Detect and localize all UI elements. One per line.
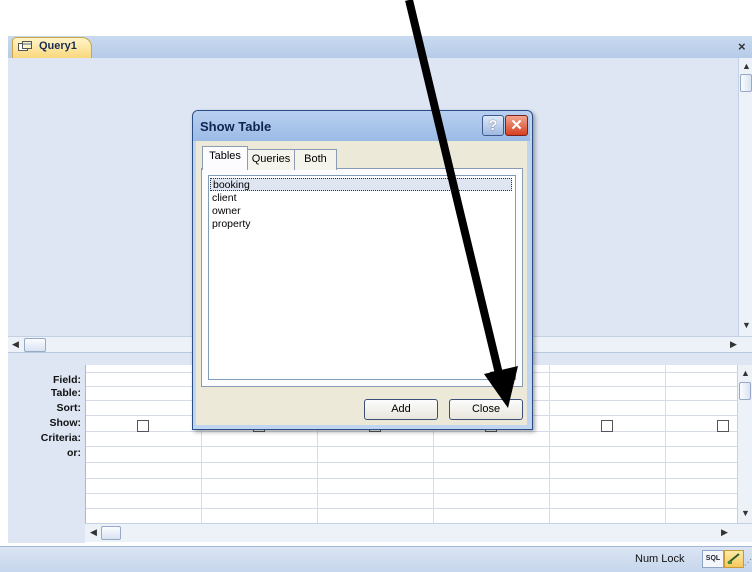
- tab-both[interactable]: Both: [294, 149, 337, 170]
- tab-queries[interactable]: Queries: [247, 149, 295, 170]
- scroll-thumb[interactable]: [24, 338, 46, 352]
- row-label-sort: Sort:: [56, 402, 82, 414]
- scroll-thumb[interactable]: [101, 526, 121, 540]
- dialog-close-button[interactable]: ✕: [505, 115, 528, 136]
- scroll-right-icon[interactable]: ▶: [721, 527, 728, 538]
- show-checkbox[interactable]: [137, 420, 149, 432]
- row-label-or: or:: [67, 447, 81, 459]
- add-button[interactable]: Add: [364, 399, 438, 420]
- show-checkbox[interactable]: [717, 420, 729, 432]
- row-label-criteria: Criteria:: [40, 432, 81, 444]
- list-item[interactable]: booking: [210, 178, 512, 191]
- scroll-thumb[interactable]: [740, 74, 752, 92]
- document-tab-strip: [8, 36, 752, 59]
- num-lock-indicator: Num Lock: [635, 553, 685, 565]
- dialog-title: Show Table: [200, 119, 272, 134]
- resize-grip-icon[interactable]: ⋰: [744, 558, 752, 567]
- row-label-show: Show:: [49, 417, 82, 429]
- scroll-up-icon[interactable]: ▲: [741, 368, 750, 378]
- tables-list[interactable]: [208, 175, 516, 380]
- show-checkbox[interactable]: [601, 420, 613, 432]
- design-view-button[interactable]: [724, 550, 744, 568]
- list-item[interactable]: property: [212, 218, 251, 231]
- list-item[interactable]: client: [212, 192, 237, 205]
- scroll-right-icon[interactable]: ▶: [730, 339, 737, 350]
- scroll-down-icon[interactable]: ▼: [742, 320, 751, 330]
- scroll-left-icon[interactable]: ◀: [90, 527, 97, 538]
- design-view-icon: [727, 553, 740, 564]
- grid-horizontal-scrollbar[interactable]: ◀ ▶: [85, 523, 752, 542]
- grid-vertical-scrollbar[interactable]: ▲ ▼: [737, 365, 752, 523]
- row-label-field: Field:: [53, 374, 81, 386]
- sql-view-button[interactable]: SQL: [702, 550, 724, 568]
- scroll-down-icon[interactable]: ▼: [741, 508, 750, 518]
- close-document-icon[interactable]: ×: [738, 39, 746, 54]
- close-button[interactable]: Close: [449, 399, 523, 420]
- scroll-up-icon[interactable]: ▲: [742, 61, 751, 71]
- upper-vertical-scrollbar[interactable]: ▲ ▼: [738, 58, 752, 336]
- tab-label: Query1: [39, 40, 77, 52]
- list-item[interactable]: owner: [212, 205, 241, 218]
- tab-tables[interactable]: Tables: [202, 146, 248, 170]
- grid-row-labels: Field: Table: Sort: Show: Criteria: or:: [8, 365, 85, 543]
- scroll-thumb[interactable]: [739, 382, 751, 400]
- help-button[interactable]: ?: [482, 115, 504, 136]
- query-icon: [18, 41, 32, 51]
- row-label-table: Table:: [50, 387, 81, 399]
- scroll-left-icon[interactable]: ◀: [12, 339, 19, 350]
